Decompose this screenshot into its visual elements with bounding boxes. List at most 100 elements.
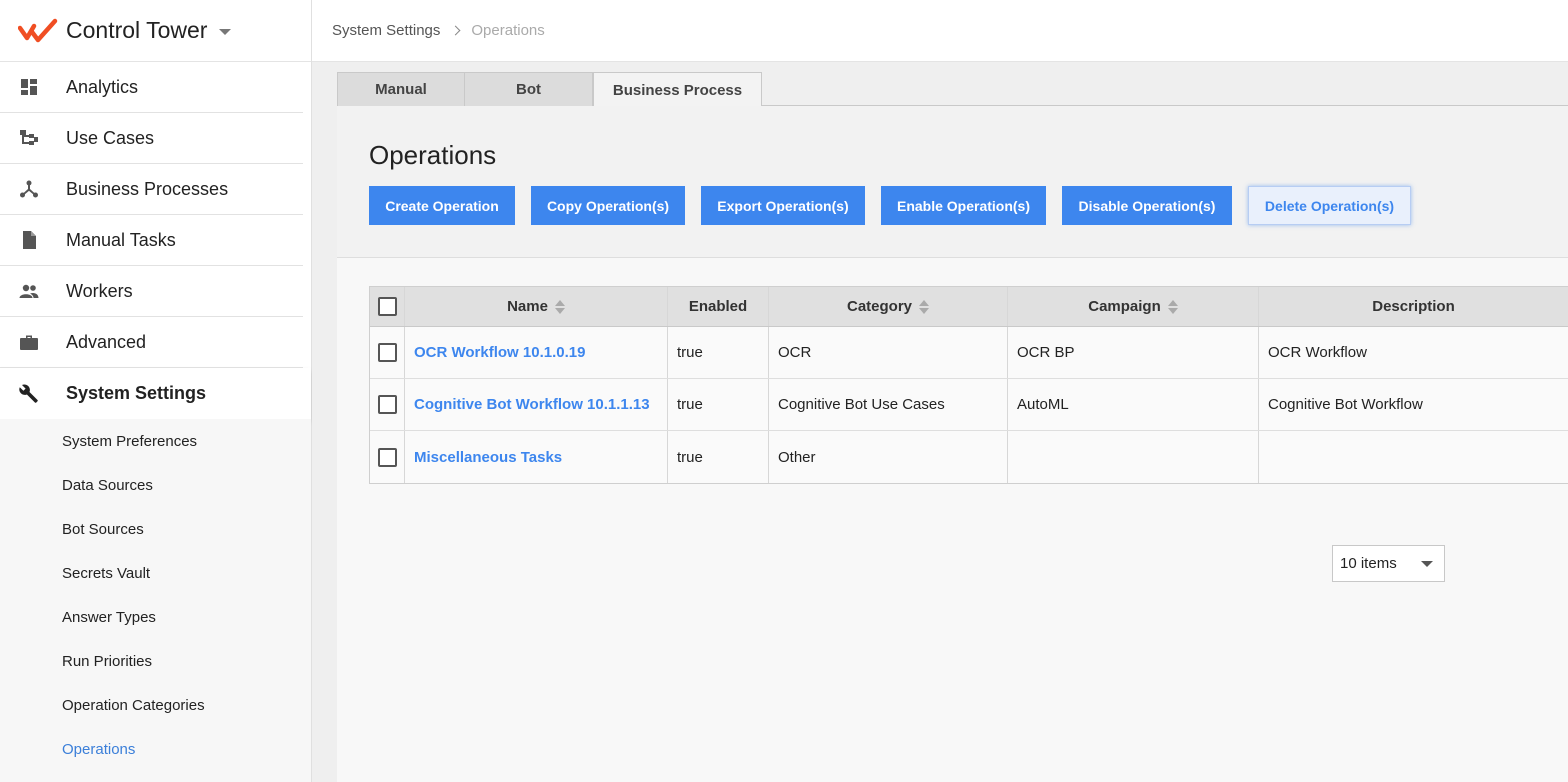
enabled-cell: true — [668, 431, 769, 483]
description-cell: Cognitive Bot Workflow — [1259, 379, 1568, 430]
page-size-value: 10 items — [1340, 555, 1397, 572]
page-size-select[interactable]: 10 items — [1332, 545, 1445, 582]
table-header-row: Name Enabled Category Campaign Descripti… — [370, 287, 1568, 327]
disable-operations-button[interactable]: Disable Operation(s) — [1062, 186, 1232, 225]
select-all-checkbox[interactable] — [377, 297, 397, 316]
subnav-item-bot-sources[interactable]: Bot Sources — [0, 507, 311, 551]
sidebar-item-analytics[interactable]: Analytics — [0, 62, 303, 113]
dashboard-icon — [0, 77, 66, 97]
export-operations-button[interactable]: Export Operation(s) — [701, 186, 865, 225]
enabled-cell: true — [668, 379, 769, 430]
row-checkbox[interactable] — [377, 343, 397, 362]
settings-subnav: System Preferences Data Sources Bot Sour… — [0, 419, 311, 782]
sort-icon[interactable] — [554, 299, 565, 314]
column-header-label: Category — [846, 298, 913, 315]
table-row: Cognitive Bot Workflow 10.1.1.13 true Co… — [370, 379, 1568, 431]
subnav-item-answer-types[interactable]: Answer Types — [0, 595, 311, 639]
app-title: Control Tower — [66, 17, 208, 43]
subnav-item-data-sources[interactable]: Data Sources — [0, 463, 311, 507]
page-title: Operations — [369, 140, 497, 170]
operations-panel: Operations Create Operation Copy Operati… — [337, 106, 1568, 782]
column-header-name[interactable]: Name — [405, 287, 668, 326]
campaign-cell — [1008, 431, 1259, 483]
row-select-cell — [370, 379, 405, 430]
category-cell: Other — [769, 431, 1008, 483]
enable-operations-button[interactable]: Enable Operation(s) — [881, 186, 1046, 225]
sidebar-item-label: Business Processes — [66, 178, 229, 199]
description-cell — [1259, 431, 1568, 483]
enabled-cell: true — [668, 327, 769, 378]
description-cell: OCR Workflow — [1259, 327, 1568, 378]
delete-operations-button[interactable]: Delete Operation(s) — [1248, 186, 1411, 225]
name-cell: Cognitive Bot Workflow 10.1.1.13 — [405, 379, 668, 430]
breadcrumb: System Settings Operations — [312, 0, 1568, 62]
subnav-item-run-priorities[interactable]: Run Priorities — [0, 639, 311, 683]
sidebar-item-workers[interactable]: Workers — [0, 266, 303, 317]
chevron-down-icon — [1421, 561, 1433, 567]
wrench-icon — [0, 383, 66, 404]
subnav-item-system-preferences[interactable]: System Preferences — [0, 419, 311, 463]
subnav-item-operations[interactable]: Operations — [0, 727, 311, 771]
sidebar-item-label: Analytics — [66, 76, 139, 97]
tab-bot[interactable]: Bot — [465, 72, 593, 106]
column-header-label: Name — [507, 298, 548, 315]
header-select-cell — [370, 287, 405, 326]
main-content: Manual Bot Business Process Operations C… — [312, 62, 1568, 782]
row-checkbox[interactable] — [377, 395, 397, 414]
sidebar-item-label: System Settings — [66, 383, 207, 403]
column-header-description: Description — [1259, 287, 1568, 326]
process-icon — [0, 179, 66, 199]
sidebar-item-system-settings[interactable]: System Settings — [0, 368, 311, 419]
row-checkbox[interactable] — [377, 447, 397, 467]
breadcrumb-current: Operations — [471, 22, 545, 39]
campaign-cell: OCR BP — [1008, 327, 1259, 378]
sidebar-item-business-processes[interactable]: Business Processes — [0, 164, 303, 215]
row-select-cell — [370, 327, 405, 378]
operation-name-link[interactable]: OCR Workflow 10.1.0.19 — [414, 344, 585, 361]
action-toolbar: Create Operation Copy Operation(s) Expor… — [369, 186, 1427, 225]
control-tower-logo-icon — [18, 18, 58, 42]
sidebar-item-label: Manual Tasks — [66, 229, 176, 250]
hierarchy-icon — [0, 128, 66, 148]
row-select-cell — [370, 431, 405, 483]
name-cell: Miscellaneous Tasks — [405, 431, 668, 483]
category-cell: Cognitive Bot Use Cases — [769, 379, 1008, 430]
document-icon — [0, 230, 66, 250]
name-cell: OCR Workflow 10.1.0.19 — [405, 327, 668, 378]
operation-name-link[interactable]: Cognitive Bot Workflow 10.1.1.13 — [414, 396, 650, 413]
sidebar-item-manual-tasks[interactable]: Manual Tasks — [0, 215, 303, 266]
tab-manual[interactable]: Manual — [337, 72, 465, 106]
column-header-enabled: Enabled — [668, 287, 769, 326]
panel-header: Operations Create Operation Copy Operati… — [337, 106, 1568, 258]
operation-name-link[interactable]: Miscellaneous Tasks — [414, 449, 562, 466]
breadcrumb-parent[interactable]: System Settings — [332, 22, 440, 39]
column-header-label: Enabled — [688, 298, 748, 315]
tab-bar: Manual Bot Business Process — [337, 72, 1568, 107]
chevron-down-icon[interactable] — [219, 28, 232, 35]
sidebar-item-use-cases[interactable]: Use Cases — [0, 113, 303, 164]
subnav-item-operation-categories[interactable]: Operation Categories — [0, 683, 311, 727]
table-row: OCR Workflow 10.1.0.19 true OCR OCR BP O… — [370, 327, 1568, 379]
operations-table: Name Enabled Category Campaign Descripti… — [369, 286, 1568, 484]
sidebar-item-advanced[interactable]: Advanced — [0, 317, 303, 368]
table-row: Miscellaneous Tasks true Other — [370, 431, 1568, 483]
sidebar-item-label: Use Cases — [66, 127, 155, 148]
subnav-item-secrets-vault[interactable]: Secrets Vault — [0, 551, 311, 595]
column-header-campaign[interactable]: Campaign — [1008, 287, 1259, 326]
column-header-category[interactable]: Category — [769, 287, 1008, 326]
category-cell: OCR — [769, 327, 1008, 378]
sort-icon[interactable] — [1167, 299, 1178, 314]
sidebar: Control Tower Analytics Use Cases Busine… — [0, 0, 312, 782]
create-operation-button[interactable]: Create Operation — [369, 186, 515, 225]
sort-icon[interactable] — [919, 299, 930, 314]
column-header-label: Campaign — [1088, 298, 1161, 315]
chevron-right-icon — [450, 25, 461, 36]
column-header-label: Description — [1372, 298, 1455, 315]
sidebar-item-label: Workers — [66, 280, 133, 301]
app-brand[interactable]: Control Tower — [0, 0, 311, 62]
campaign-cell: AutoML — [1008, 379, 1259, 430]
copy-operations-button[interactable]: Copy Operation(s) — [531, 186, 685, 225]
tab-business-process[interactable]: Business Process — [593, 72, 762, 107]
sidebar-item-label: Advanced — [66, 331, 147, 352]
people-icon — [0, 281, 66, 301]
